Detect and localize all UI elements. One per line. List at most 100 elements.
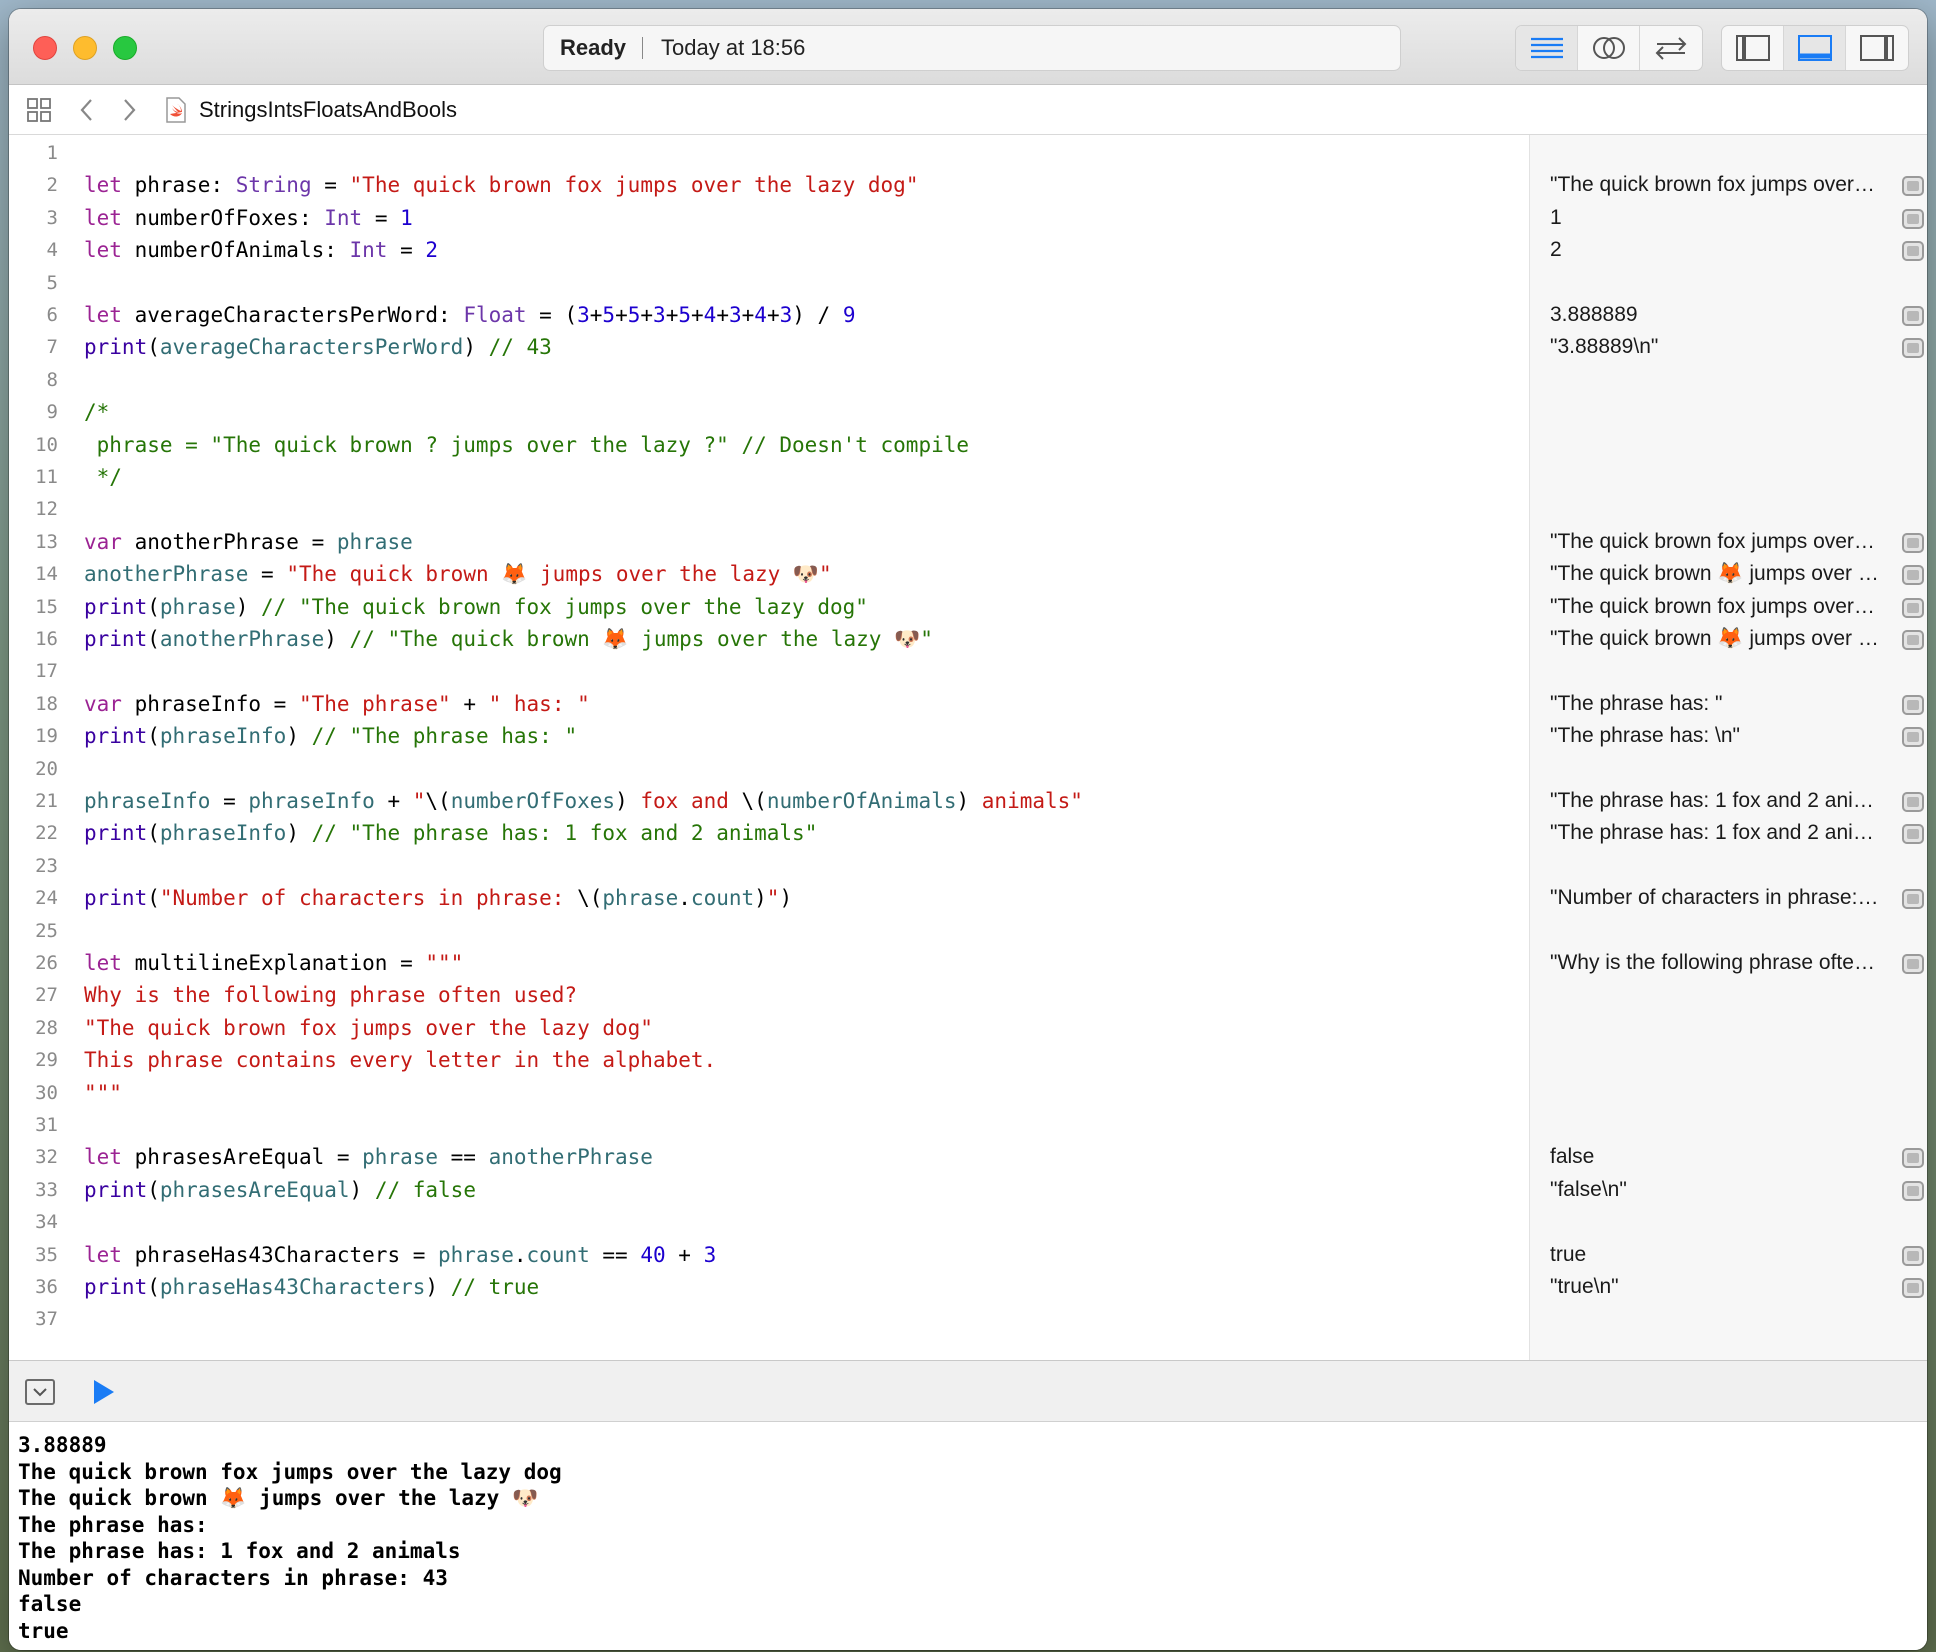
quick-look-icon[interactable] <box>1902 694 1924 715</box>
code-line[interactable]: 10 phrase = "The quick brown ? jumps ove… <box>9 429 1529 461</box>
code-token: "Number of characters in phrase: <box>159 886 578 911</box>
line-number: 2 <box>46 174 58 197</box>
code-token: phrase <box>602 886 679 911</box>
code-line[interactable]: 1 <box>9 137 1529 169</box>
quick-look-icon[interactable] <box>1902 824 1924 845</box>
inspector-toggle-button[interactable] <box>1846 26 1908 70</box>
code-line[interactable]: 9 /* <box>9 396 1529 428</box>
quick-look-icon[interactable] <box>1902 532 1924 553</box>
code-line[interactable]: 13 var anotherPhrase = phrase <box>9 526 1529 558</box>
code-line[interactable]: 16 print(anotherPhrase) // "The quick bro… <box>9 623 1529 655</box>
code-line[interactable]: 15 print(phrase) // "The quick brown fox … <box>9 591 1529 623</box>
code-token: ( <box>147 627 160 651</box>
code-token: */ <box>84 465 122 489</box>
code-token: == <box>438 1145 489 1170</box>
code-line[interactable]: 30 """ <box>9 1077 1529 1109</box>
source-editor[interactable]: 1 2 let phrase: String = "The quick brown … <box>9 135 1529 1360</box>
code-line[interactable]: 5 <box>9 267 1529 299</box>
quick-look-icon[interactable] <box>1902 338 1924 359</box>
code-token: ) <box>425 1275 451 1299</box>
code-line[interactable]: 7 print(averageCharactersPerWord) // 43 <box>9 331 1529 363</box>
code-line[interactable]: 17 <box>9 655 1529 687</box>
code-token: ( <box>147 724 160 749</box>
forward-button[interactable] <box>117 97 141 123</box>
code-line[interactable]: 24 print("Number of characters in phrase:… <box>9 882 1529 914</box>
run-button[interactable] <box>91 1377 117 1412</box>
standard-editor-button[interactable] <box>1516 26 1578 70</box>
code-line[interactable]: 37 <box>9 1303 1529 1335</box>
quick-look-icon[interactable] <box>1902 1180 1924 1201</box>
quick-look-icon[interactable] <box>1902 1278 1924 1298</box>
code-line[interactable]: 25 <box>9 915 1529 947</box>
assistant-editor-button[interactable] <box>1578 26 1640 70</box>
quick-look-icon[interactable] <box>1902 565 1924 586</box>
code-token: 3 <box>779 303 793 327</box>
minimize-button[interactable] <box>73 36 97 60</box>
back-button[interactable] <box>75 97 99 123</box>
code-token: let <box>84 1242 122 1267</box>
code-token: 3 <box>577 303 590 327</box>
code-line[interactable]: 35 let phraseHas43Characters = phrase.cou… <box>9 1239 1529 1271</box>
console-output[interactable]: 3.88889 The quick brown fox jumps over th… <box>9 1422 1927 1650</box>
result-value: "Number of characters in phrase: 43\n" <box>1550 886 1880 910</box>
quick-look-icon[interactable] <box>1902 727 1924 748</box>
code-token: + <box>374 789 413 813</box>
code-token: print <box>84 627 148 651</box>
code-line[interactable]: 26 let multilineExplanation = """ <box>9 947 1529 979</box>
code-line[interactable]: 27 Why is the following phrase often used… <box>9 979 1529 1011</box>
version-editor-button[interactable] <box>1640 26 1702 70</box>
related-items-button[interactable] <box>23 97 55 123</box>
code-line[interactable]: 22 print(phraseInfo) // "The phrase has: … <box>9 817 1529 849</box>
code-token: ) <box>779 886 793 911</box>
code-text: anotherPhrase = "The quick brown 🦊 jumps… <box>84 558 832 590</box>
code-line[interactable]: 19 print(phraseInfo) // "The phrase has: … <box>9 720 1529 752</box>
code-line[interactable]: 6 let averageCharactersPerWord: Float = (… <box>9 299 1529 331</box>
file-breadcrumb[interactable]: StringsIntsFloatsAndBools <box>199 97 457 123</box>
close-button[interactable] <box>33 36 57 60</box>
code-line[interactable]: 29 This phrase contains every letter in t… <box>9 1044 1529 1076</box>
quick-look-icon[interactable] <box>1902 889 1924 910</box>
code-line[interactable]: 12 <box>9 493 1529 525</box>
quick-look-icon[interactable] <box>1902 306 1924 326</box>
quick-look-icon[interactable] <box>1902 597 1924 618</box>
code-line[interactable]: 32 let phrasesAreEqual = phrase == anothe… <box>9 1141 1529 1173</box>
code-token: anotherPhrase = <box>121 529 337 554</box>
code-line[interactable]: 34 <box>9 1206 1529 1238</box>
code-line[interactable]: 23 <box>9 850 1529 882</box>
quick-look-icon[interactable] <box>1902 176 1924 197</box>
code-line[interactable]: 28 "The quick brown fox jumps over the la… <box>9 1012 1529 1044</box>
code-token: print <box>84 886 148 911</box>
code-text: """ <box>84 1077 122 1109</box>
chevron-right-icon <box>124 98 136 121</box>
quick-look-icon[interactable] <box>1902 630 1924 650</box>
code-line[interactable]: 31 <box>9 1109 1529 1141</box>
quick-look-icon[interactable] <box>1902 792 1924 812</box>
quick-look-icon[interactable] <box>1902 241 1924 262</box>
code-line[interactable]: 20 <box>9 753 1529 785</box>
version-editor-icon <box>1655 37 1687 60</box>
code-token: 1 <box>400 205 413 230</box>
code-line[interactable]: 36 print(phraseHas43Characters) // true <box>9 1271 1529 1303</box>
code-line[interactable]: 8 <box>9 364 1529 396</box>
code-line[interactable]: 18 var phraseInfo = "The phrase" + " has:… <box>9 688 1529 720</box>
code-line[interactable]: 14 anotherPhrase = "The quick brown 🦊 jum… <box>9 558 1529 590</box>
quick-look-icon[interactable] <box>1902 208 1924 229</box>
result-value: "The phrase has: \n" <box>1550 724 1741 748</box>
zoom-button[interactable] <box>113 36 137 60</box>
code-line[interactable]: 2 let phrase: String = "The quick brown f… <box>9 169 1529 201</box>
quick-look-icon[interactable] <box>1902 1148 1924 1169</box>
quick-look-icon[interactable] <box>1902 1245 1924 1266</box>
code-token: + <box>691 303 704 327</box>
code-line[interactable]: 21 phraseInfo = phraseInfo + "\(numberOfF… <box>9 785 1529 817</box>
debug-area-toggle-button[interactable] <box>1784 26 1846 70</box>
code-token: ) <box>463 335 489 360</box>
jump-bar: StringsIntsFloatsAndBools <box>9 85 1927 135</box>
code-line[interactable]: 3 let numberOfFoxes: Int = 1 <box>9 202 1529 234</box>
result-value: "The quick brown 🦊 jumps over the lazy 🐶… <box>1550 562 1880 586</box>
code-line[interactable]: 4 let numberOfAnimals: Int = 2 <box>9 234 1529 266</box>
navigator-toggle-button[interactable] <box>1722 26 1784 70</box>
code-line[interactable]: 33 print(phrasesAreEqual) // false <box>9 1174 1529 1206</box>
quick-look-icon[interactable] <box>1902 954 1924 974</box>
code-line[interactable]: 11 */ <box>9 461 1529 493</box>
hide-debug-area-button[interactable] <box>25 1379 55 1405</box>
